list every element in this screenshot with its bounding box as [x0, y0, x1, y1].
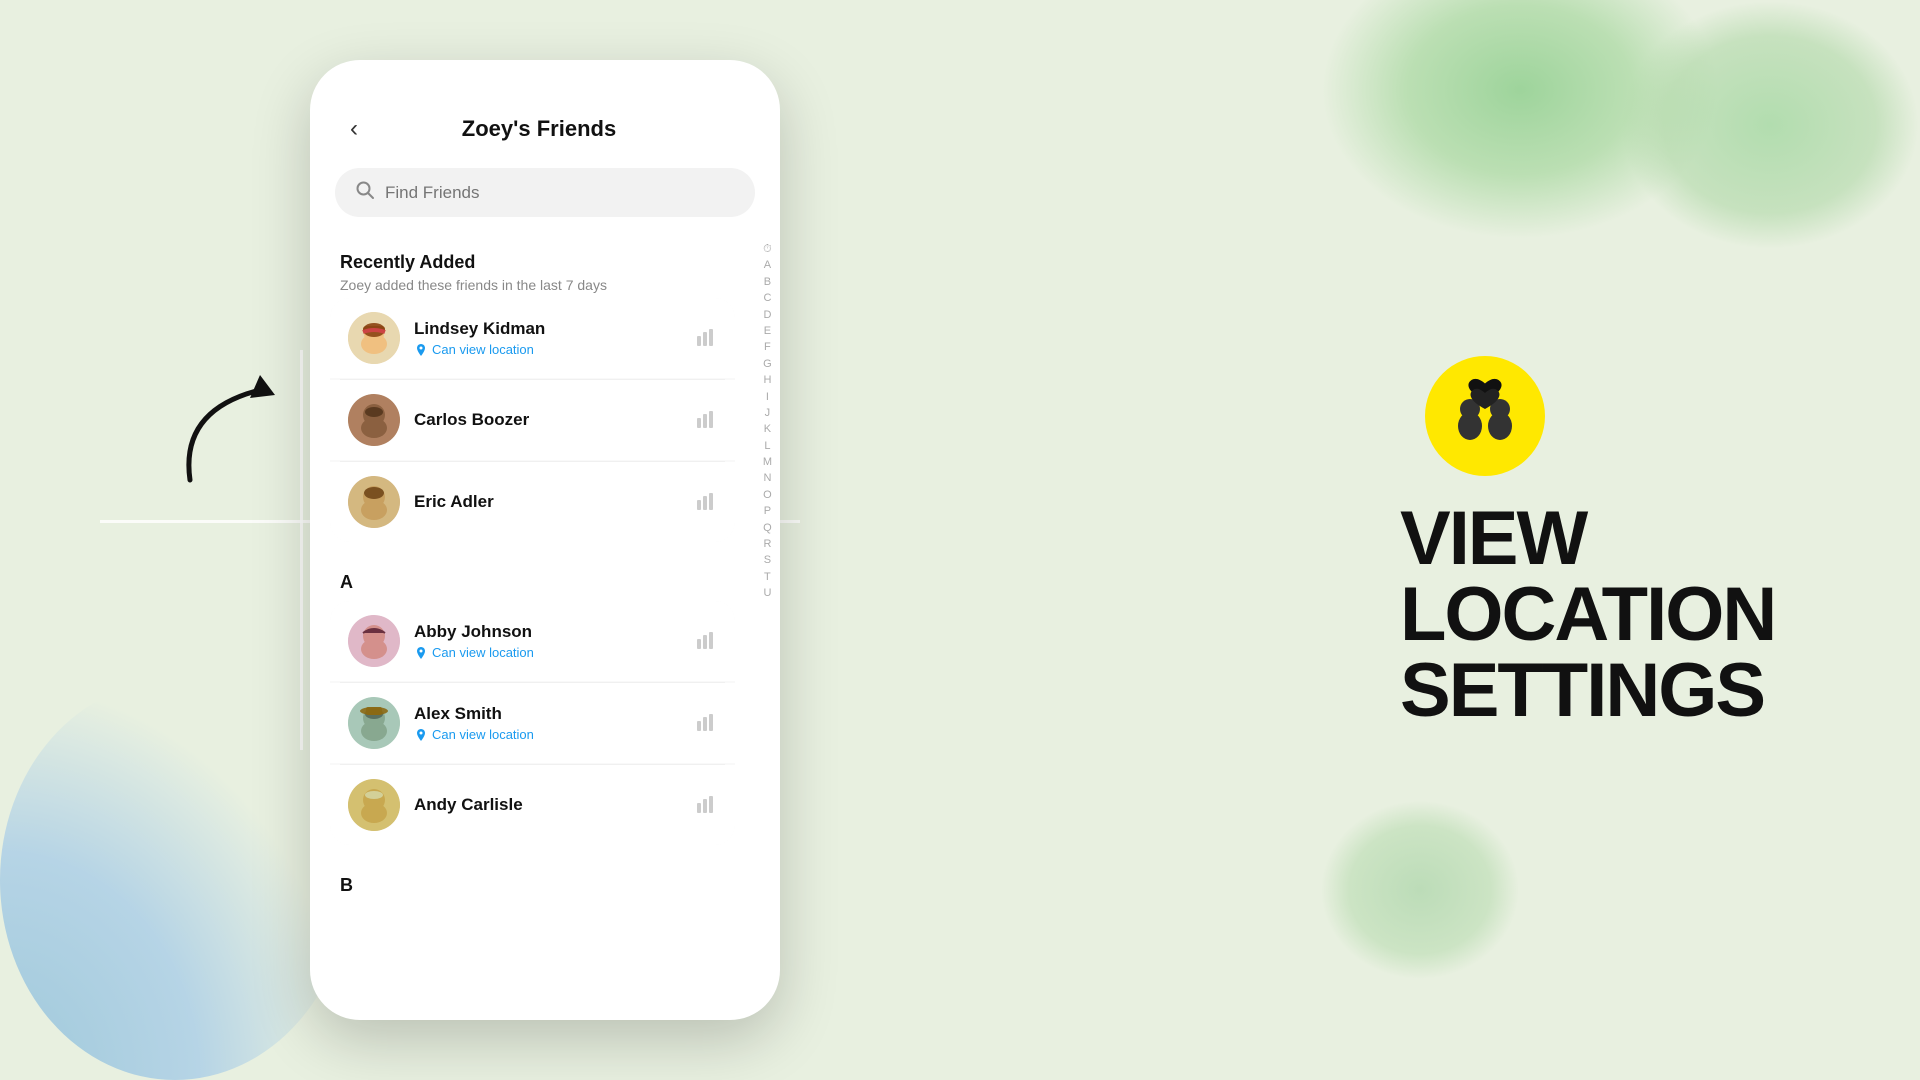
map-blob-water	[0, 680, 350, 1080]
alpha-e[interactable]: E	[764, 324, 771, 339]
search-icon	[355, 180, 375, 205]
alpha-b[interactable]: B	[764, 275, 771, 290]
alpha-a[interactable]: A	[764, 258, 771, 273]
action-icon-eric[interactable]	[693, 490, 717, 514]
page-header: ‹ Zoey's Friends	[310, 60, 780, 168]
search-bar[interactable]	[335, 168, 755, 217]
section-letter-a: A	[330, 557, 735, 601]
friend-item-carlos[interactable]: Carlos Boozer	[330, 380, 735, 460]
friend-info-abby: Abby Johnson Can view location	[414, 622, 679, 660]
friend-name-lindsey: Lindsey Kidman	[414, 319, 679, 339]
friend-status-lindsey: Can view location	[414, 342, 679, 357]
recently-added-title: Recently Added	[340, 252, 725, 273]
friend-item-abby[interactable]: Abby Johnson Can view location	[330, 601, 735, 681]
alphabet-index: ⏱ A B C D E F G H I J K L M N O P Q R S	[755, 237, 780, 1020]
location-pin-icon-lindsey	[414, 343, 428, 357]
map-blob-2	[1620, 0, 1920, 250]
alpha-g[interactable]: G	[763, 357, 772, 372]
alpha-r[interactable]: R	[763, 537, 771, 552]
page-title: Zoey's Friends	[368, 116, 710, 142]
action-icon-abby[interactable]	[693, 629, 717, 653]
alpha-q[interactable]: Q	[763, 521, 772, 536]
alpha-o[interactable]: O	[763, 488, 772, 503]
avatar-alex	[348, 697, 400, 749]
view-location-title: VIEW LOCATION SETTINGS	[1400, 501, 1820, 729]
location-pin-icon-alex	[414, 728, 428, 742]
avatar-eric	[348, 476, 400, 528]
right-panel: VIEW LOCATION SETTINGS	[1400, 351, 1820, 729]
alpha-n[interactable]: N	[763, 471, 771, 486]
friend-item-lindsey[interactable]: Lindsey Kidman Can view location	[330, 298, 735, 378]
recently-added-card: Lindsey Kidman Can view location	[330, 298, 735, 542]
friend-name-carlos: Carlos Boozer	[414, 410, 679, 430]
friend-name-andy: Andy Carlisle	[414, 795, 679, 815]
avatar-lindsey	[348, 312, 400, 364]
action-icon-alex[interactable]	[693, 711, 717, 735]
avatar-abby	[348, 615, 400, 667]
alpha-j[interactable]: J	[765, 406, 771, 421]
map-blob-3	[1320, 800, 1520, 980]
search-container	[310, 168, 780, 237]
alpha-d[interactable]: D	[763, 308, 771, 323]
recently-added-subtitle: Zoey added these friends in the last 7 d…	[340, 277, 725, 293]
friend-name-abby: Abby Johnson	[414, 622, 679, 642]
can-view-label-alex: Can view location	[432, 727, 534, 742]
alpha-clock[interactable]: ⏱	[763, 242, 772, 257]
can-view-label-abby: Can view location	[432, 645, 534, 660]
alpha-f[interactable]: F	[764, 340, 771, 355]
phone-frame: ‹ Zoey's Friends Recently Added	[310, 60, 780, 1020]
location-pin-icon-abby	[414, 646, 428, 660]
friend-status-abby: Can view location	[414, 645, 679, 660]
friend-info-alex: Alex Smith Can view location	[414, 704, 679, 742]
friend-name-eric: Eric Adler	[414, 492, 679, 512]
friend-status-alex: Can view location	[414, 727, 679, 742]
recently-added-section-header: Recently Added Zoey added these friends …	[330, 237, 735, 298]
search-input[interactable]	[385, 183, 735, 203]
content-area: Recently Added Zoey added these friends …	[310, 237, 780, 1020]
friend-info-lindsey: Lindsey Kidman Can view location	[414, 319, 679, 357]
avatar-andy	[348, 779, 400, 831]
alpha-u[interactable]: U	[763, 586, 771, 601]
friend-item-andy[interactable]: Andy Carlisle	[330, 765, 735, 845]
section-a-card: Abby Johnson Can view location	[330, 601, 735, 845]
alpha-i[interactable]: I	[766, 390, 769, 405]
action-icon-lindsey[interactable]	[693, 326, 717, 350]
alpha-p[interactable]: P	[764, 504, 771, 519]
alpha-s[interactable]: S	[764, 553, 771, 568]
can-view-label-lindsey: Can view location	[432, 342, 534, 357]
action-icon-andy[interactable]	[693, 793, 717, 817]
friend-info-andy: Andy Carlisle	[414, 795, 679, 815]
alpha-m[interactable]: M	[763, 455, 772, 470]
avatar-carlos	[348, 394, 400, 446]
alpha-l[interactable]: L	[764, 439, 770, 454]
action-icon-carlos[interactable]	[693, 408, 717, 432]
friend-item-eric[interactable]: Eric Adler	[330, 462, 735, 542]
alpha-k[interactable]: K	[764, 422, 771, 437]
friend-info-eric: Eric Adler	[414, 492, 679, 512]
friend-info-carlos: Carlos Boozer	[414, 410, 679, 430]
scroll-content[interactable]: Recently Added Zoey added these friends …	[310, 237, 755, 1020]
friends-location-icon	[1420, 351, 1550, 481]
back-button[interactable]: ‹	[340, 110, 368, 148]
arrow-annotation	[160, 360, 310, 510]
alpha-t[interactable]: T	[764, 570, 771, 585]
friend-item-alex[interactable]: Alex Smith Can view location	[330, 683, 735, 763]
friend-name-alex: Alex Smith	[414, 704, 679, 724]
alpha-c[interactable]: C	[763, 291, 771, 306]
alpha-h[interactable]: H	[763, 373, 771, 388]
section-letter-b: B	[330, 860, 735, 904]
